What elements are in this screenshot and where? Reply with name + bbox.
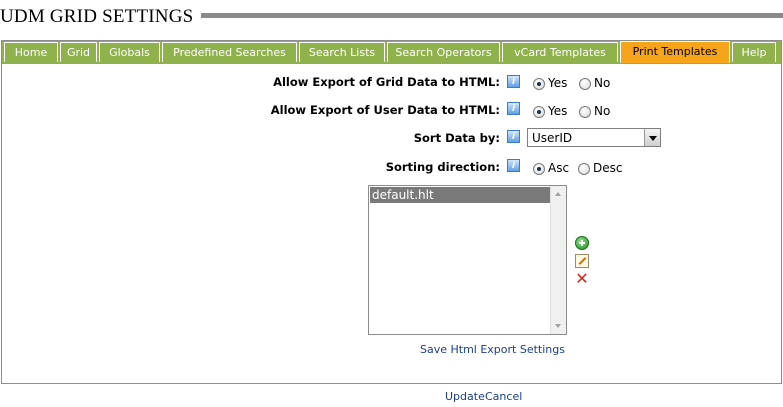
- info-icon[interactable]: i: [507, 130, 520, 143]
- info-icon[interactable]: i: [507, 159, 520, 172]
- export-grid-no-label: No: [594, 76, 611, 90]
- info-icon[interactable]: i: [507, 75, 520, 88]
- update-link[interactable]: Update: [445, 390, 485, 403]
- templates-listbox[interactable]: default.hlt: [368, 185, 567, 335]
- tab-help[interactable]: Help: [732, 42, 776, 62]
- chevron-down-icon[interactable]: [644, 129, 660, 146]
- tab-search-lists[interactable]: Search Lists: [299, 42, 385, 62]
- export-grid-yes-label: Yes: [548, 76, 568, 90]
- sort-asc-radio[interactable]: [533, 163, 545, 175]
- export-grid-no-radio[interactable]: [579, 78, 591, 90]
- sort-by-select[interactable]: UserID: [527, 128, 661, 147]
- scroll-down-icon[interactable]: [555, 324, 561, 328]
- export-grid-label: Allow Export of Grid Data to HTML:: [273, 75, 500, 89]
- export-user-yes-label: Yes: [548, 104, 568, 118]
- sort-by-value: UserID: [532, 131, 573, 145]
- tab-vcard-templates[interactable]: vCard Templates: [502, 42, 618, 62]
- sort-dir-label: Sorting direction:: [385, 160, 500, 174]
- save-settings-link[interactable]: Save Html Export Settings: [420, 343, 565, 356]
- add-icon[interactable]: [575, 236, 589, 250]
- tab-search-operators[interactable]: Search Operators: [387, 42, 500, 62]
- delete-icon[interactable]: ✕: [575, 271, 589, 287]
- scroll-up-icon[interactable]: [555, 192, 561, 196]
- title-rule: [201, 13, 783, 18]
- export-user-no-label: No: [594, 104, 611, 118]
- sort-asc-label: Asc: [548, 161, 570, 175]
- tab-globals[interactable]: Globals: [99, 42, 160, 62]
- export-user-yes-radio[interactable]: [533, 106, 545, 118]
- tab-home[interactable]: Home: [4, 42, 58, 62]
- sort-by-row: Sort Data by:: [300, 128, 500, 148]
- export-user-row: Allow Export of User Data to HTML:: [250, 100, 500, 120]
- tab-print-templates[interactable]: Print Templates: [620, 41, 730, 63]
- edit-icon[interactable]: [575, 254, 589, 268]
- tab-bar: Home Grid Globals Predefined Searches Se…: [2, 41, 781, 64]
- sort-by-label: Sort Data by:: [413, 131, 500, 145]
- export-user-label: Allow Export of User Data to HTML:: [270, 103, 500, 117]
- info-icon[interactable]: i: [507, 102, 520, 115]
- sort-desc-label: Desc: [593, 161, 623, 175]
- listbox-scrollbar[interactable]: [550, 186, 566, 334]
- list-item[interactable]: default.hlt: [370, 187, 552, 203]
- page-title: UDM GRID SETTINGS: [0, 6, 194, 27]
- tab-predefined-searches[interactable]: Predefined Searches: [162, 42, 297, 62]
- export-user-no-radio[interactable]: [579, 106, 591, 118]
- sort-desc-radio[interactable]: [578, 163, 590, 175]
- tab-grid[interactable]: Grid: [60, 42, 97, 62]
- sort-dir-row: Sorting direction:: [300, 157, 500, 177]
- export-grid-yes-radio[interactable]: [533, 78, 545, 90]
- cancel-link[interactable]: Cancel: [485, 390, 522, 403]
- export-grid-row: Allow Export of Grid Data to HTML:: [250, 72, 500, 92]
